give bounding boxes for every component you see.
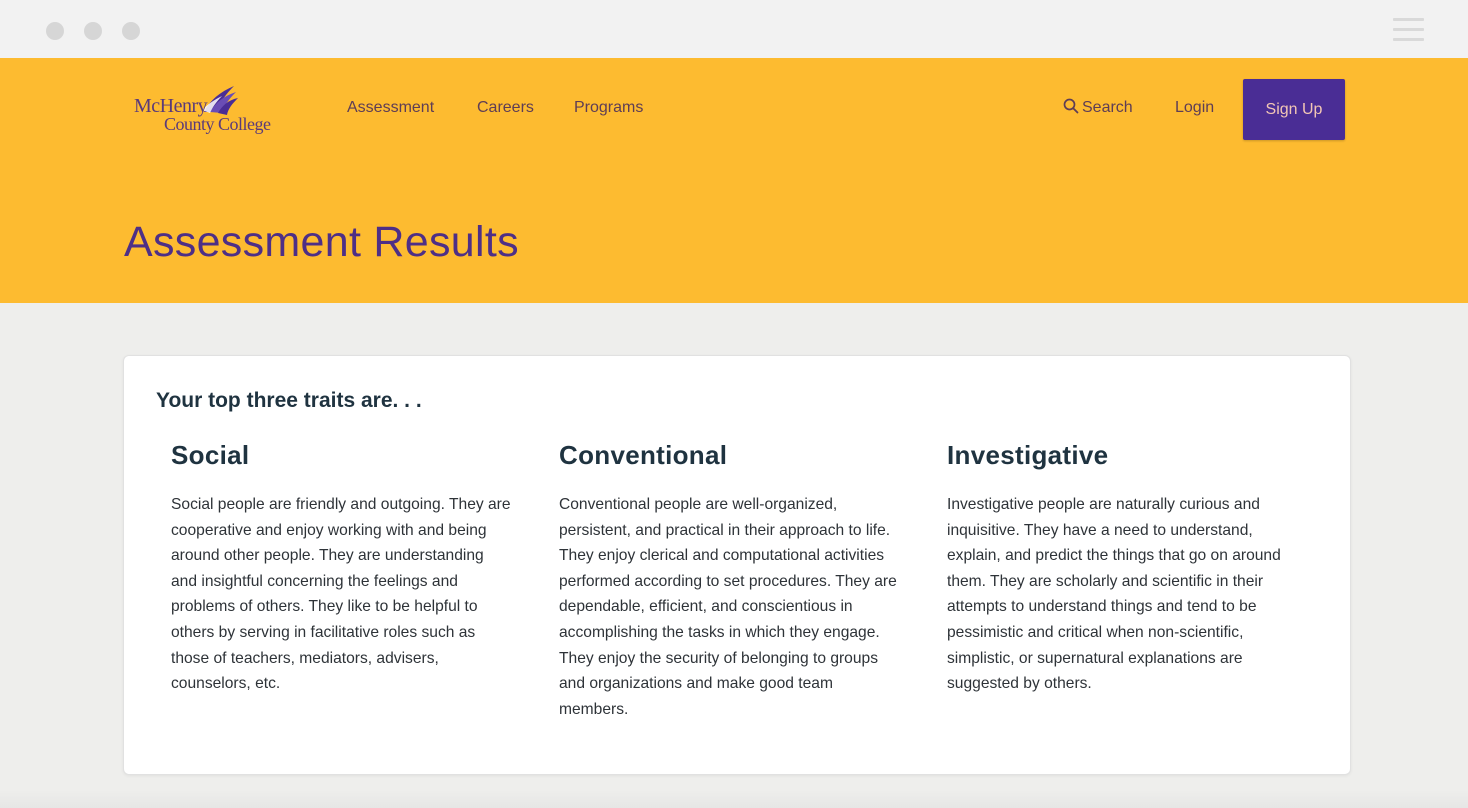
trait-name: Conventional <box>559 440 728 470</box>
desc-line: them. They are scholarly and scientific … <box>947 572 1264 590</box>
trait-name: Social <box>171 440 250 470</box>
login-link[interactable]: Login <box>1175 99 1214 117</box>
hamburger-menu-icon[interactable] <box>1393 17 1425 43</box>
desc-line: accomplishing the tasks in which they en… <box>559 623 880 641</box>
search-link[interactable]: Search <box>1063 98 1133 117</box>
trait-conventional: Conventional Conventional people are wel… <box>559 440 929 722</box>
logo-line-2: County College <box>164 114 271 134</box>
desc-line: explain, and predict the things that go … <box>947 547 1281 565</box>
magnifier-icon <box>1063 98 1079 114</box>
results-card: Your top three traits are. . . Social So… <box>123 355 1351 775</box>
nav-careers[interactable]: Careers <box>477 99 534 117</box>
nav-programs[interactable]: Programs <box>574 99 643 117</box>
sign-up-button[interactable]: Sign Up <box>1243 79 1345 140</box>
trait-name: Investigative <box>947 440 1109 470</box>
desc-line: others by serving in facilitative roles … <box>171 623 476 641</box>
window-close-button[interactable] <box>46 22 64 40</box>
desc-line: Social people are friendly and outgoing.… <box>171 496 511 513</box>
desc-line: members. <box>559 700 629 718</box>
desc-line: Conventional people are well-organized, <box>559 496 838 513</box>
desc-line: suggested by others. <box>947 675 1092 693</box>
desc-line: They enjoy the security of belonging to … <box>559 649 879 667</box>
desc-line: inquisitive. They have a need to underst… <box>947 521 1253 539</box>
desc-line: problems of others. They like to be help… <box>171 598 478 616</box>
desc-line: counselors, etc. <box>171 675 281 693</box>
desc-line: cooperative and enjoy working with and b… <box>171 521 487 539</box>
desc-line: around other people. They are understand… <box>171 547 484 565</box>
window-maximize-button[interactable] <box>122 22 140 40</box>
college-logo[interactable]: McHenry County College <box>132 82 282 140</box>
desc-line: those of teachers, mediators, advisers, <box>171 649 439 667</box>
desc-line: They enjoy clerical and computational ac… <box>559 547 885 565</box>
trait-description: Social people are friendly and outgoing.… <box>171 492 541 697</box>
page-bottom-edge <box>0 790 1468 808</box>
desc-line: performed according to set procedures. T… <box>559 572 897 590</box>
browser-chrome <box>0 0 1468 58</box>
trait-description: Investigative people are naturally curio… <box>947 492 1317 697</box>
desc-line: dependable, efficient, and conscientious… <box>559 598 853 616</box>
desc-line: persistent, and practical in their appro… <box>559 521 891 539</box>
nav-assessment[interactable]: Assessment <box>347 99 434 117</box>
trait-description: Conventional people are well-organized, … <box>559 492 929 722</box>
trait-social: Social Social people are friendly and ou… <box>171 440 541 697</box>
search-label: Search <box>1082 99 1133 116</box>
desc-line: attempts to understand things and tend t… <box>947 598 1257 616</box>
window-minimize-button[interactable] <box>84 22 102 40</box>
desc-line: pessimistic and critical when non-scient… <box>947 623 1244 641</box>
trait-investigative: Investigative Investigative people are n… <box>947 440 1317 697</box>
results-heading: Your top three traits are. . . <box>156 389 422 412</box>
desc-line: Investigative people are naturally curio… <box>947 496 1260 513</box>
desc-line: simplistic, or supernatural explanations… <box>947 649 1243 667</box>
desc-line: and insightful concerning the feelings a… <box>171 572 458 590</box>
desc-line: and organizations and make good team <box>559 675 833 693</box>
page-title: Assessment Results <box>124 218 519 266</box>
